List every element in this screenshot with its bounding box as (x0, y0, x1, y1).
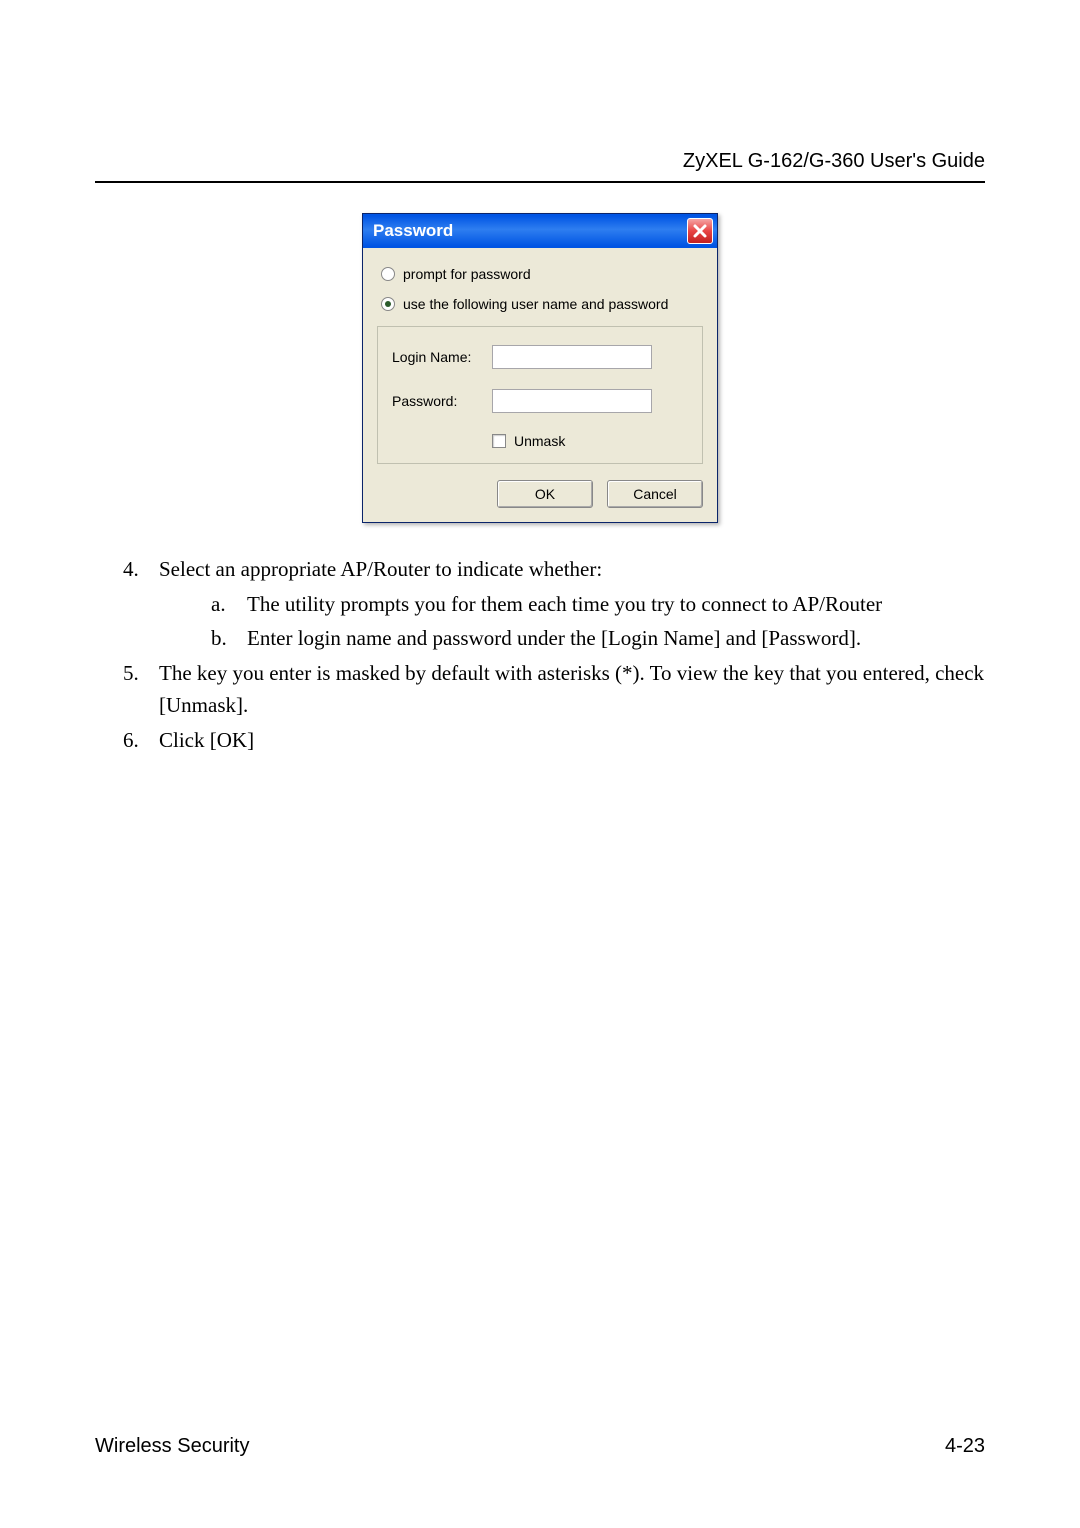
password-row: Password: (392, 389, 688, 413)
list-number: 6. (123, 724, 159, 757)
header-divider (95, 181, 985, 183)
list-text: Click [OK] (159, 724, 985, 757)
list-text: Select an appropriate AP/Router to indic… (159, 553, 985, 586)
header-title: ZyXEL G-162/G-360 User's Guide (95, 150, 985, 173)
unmask-row[interactable]: Unmask (492, 433, 688, 449)
login-name-label: Login Name: (392, 349, 492, 365)
list-text: The key you enter is masked by default w… (159, 657, 985, 722)
dialog-titlebar: Password (363, 214, 717, 248)
list-number: 4. (123, 553, 159, 586)
ok-button[interactable]: OK (497, 480, 593, 508)
login-name-row: Login Name: (392, 345, 688, 369)
list-item-4: 4. Select an appropriate AP/Router to in… (123, 553, 985, 586)
password-label: Password: (392, 393, 492, 409)
login-name-input[interactable] (492, 345, 652, 369)
unmask-label: Unmask (514, 433, 565, 449)
dialog-button-row: OK Cancel (377, 480, 703, 508)
list-number: b. (211, 622, 247, 655)
radio-label: prompt for password (403, 266, 531, 282)
dialog-wrapper: Password prompt for password use the fol… (95, 213, 985, 523)
dialog-title: Password (373, 221, 453, 241)
password-dialog: Password prompt for password use the fol… (362, 213, 718, 523)
list-text: The utility prompts you for them each ti… (247, 588, 985, 621)
radio-prompt-password[interactable]: prompt for password (377, 266, 703, 282)
instruction-list: 4. Select an appropriate AP/Router to in… (123, 553, 985, 756)
list-number: a. (211, 588, 247, 621)
radio-icon (381, 267, 395, 281)
checkbox-icon (492, 434, 506, 448)
radio-label: use the following user name and password (403, 296, 668, 312)
list-item-6: 6. Click [OK] (123, 724, 985, 757)
credentials-fieldset: Login Name: Password: Unmask (377, 326, 703, 464)
radio-use-credentials[interactable]: use the following user name and password (377, 296, 703, 312)
list-item-4a: a. The utility prompts you for them each… (211, 588, 985, 621)
page: ZyXEL G-162/G-360 User's Guide Password … (0, 0, 1080, 1528)
cancel-button[interactable]: Cancel (607, 480, 703, 508)
sublist-4: a. The utility prompts you for them each… (211, 588, 985, 655)
list-item-4b: b. Enter login name and password under t… (211, 622, 985, 655)
dialog-body: prompt for password use the following us… (363, 248, 717, 522)
radio-icon (381, 297, 395, 311)
close-button[interactable] (687, 218, 713, 244)
footer-right: 4-23 (945, 1435, 985, 1458)
footer-left: Wireless Security (95, 1435, 249, 1458)
list-item-5: 5. The key you enter is masked by defaul… (123, 657, 985, 722)
password-input[interactable] (492, 389, 652, 413)
list-number: 5. (123, 657, 159, 722)
close-icon (692, 223, 708, 239)
list-text: Enter login name and password under the … (247, 622, 985, 655)
page-footer: Wireless Security 4-23 (95, 1435, 985, 1458)
